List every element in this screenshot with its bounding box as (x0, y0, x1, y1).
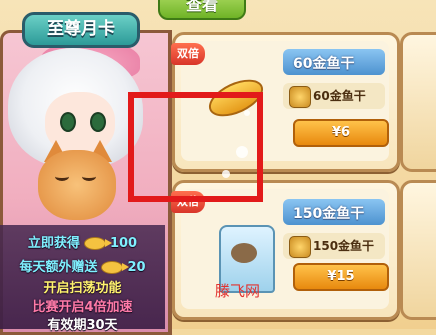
benefit-daily: 每天额外赠送 20 (0, 256, 165, 275)
benefit-instant-amount: 100 (109, 236, 138, 251)
fish-pack-icon (289, 86, 311, 108)
product-detail: 150金鱼干 (283, 233, 385, 259)
benefit-daily-amount: 20 (127, 260, 146, 275)
benefit-speed: 比赛开启4倍加速 (32, 300, 133, 315)
cat-eye-right (82, 172, 96, 181)
buy-button[interactable]: ¥15 (293, 263, 389, 291)
product-detail-text: 60金鱼干 (313, 89, 366, 103)
highlight-box (128, 92, 263, 202)
product-detail-text: 150金鱼干 (313, 239, 375, 253)
cat-eye-left (55, 172, 69, 181)
character-eye-left (60, 112, 76, 132)
double-tag: 双倍 (171, 43, 205, 65)
product-detail: 60金鱼干 (283, 83, 385, 109)
monthly-card-title: 至尊月卡 (22, 12, 140, 48)
fish-icon (101, 261, 130, 274)
cat-illustration (38, 150, 116, 220)
buy-button[interactable]: ¥6 (293, 119, 389, 147)
view-button[interactable]: 查看 (158, 0, 246, 20)
watermark-text: 滕飞网 (215, 282, 261, 300)
fish-pack-icon (289, 236, 311, 258)
fish-icon (83, 237, 112, 250)
next-product-card[interactable] (400, 180, 436, 320)
benefit-instant: 立即获得 100 (0, 232, 165, 251)
benefit-sweep: 开启扫荡功能 (43, 281, 122, 296)
benefit-validity: 有效期30天 (47, 318, 118, 333)
bag-label-icon (231, 243, 257, 263)
product-title: 150金鱼干 (293, 206, 365, 222)
benefit-instant-label: 立即获得 (27, 236, 80, 251)
next-product-card[interactable] (400, 32, 436, 172)
character-eye-right (90, 112, 106, 132)
benefit-daily-label: 每天额外赠送 (19, 260, 98, 275)
product-title: 60金鱼干 (293, 56, 355, 72)
